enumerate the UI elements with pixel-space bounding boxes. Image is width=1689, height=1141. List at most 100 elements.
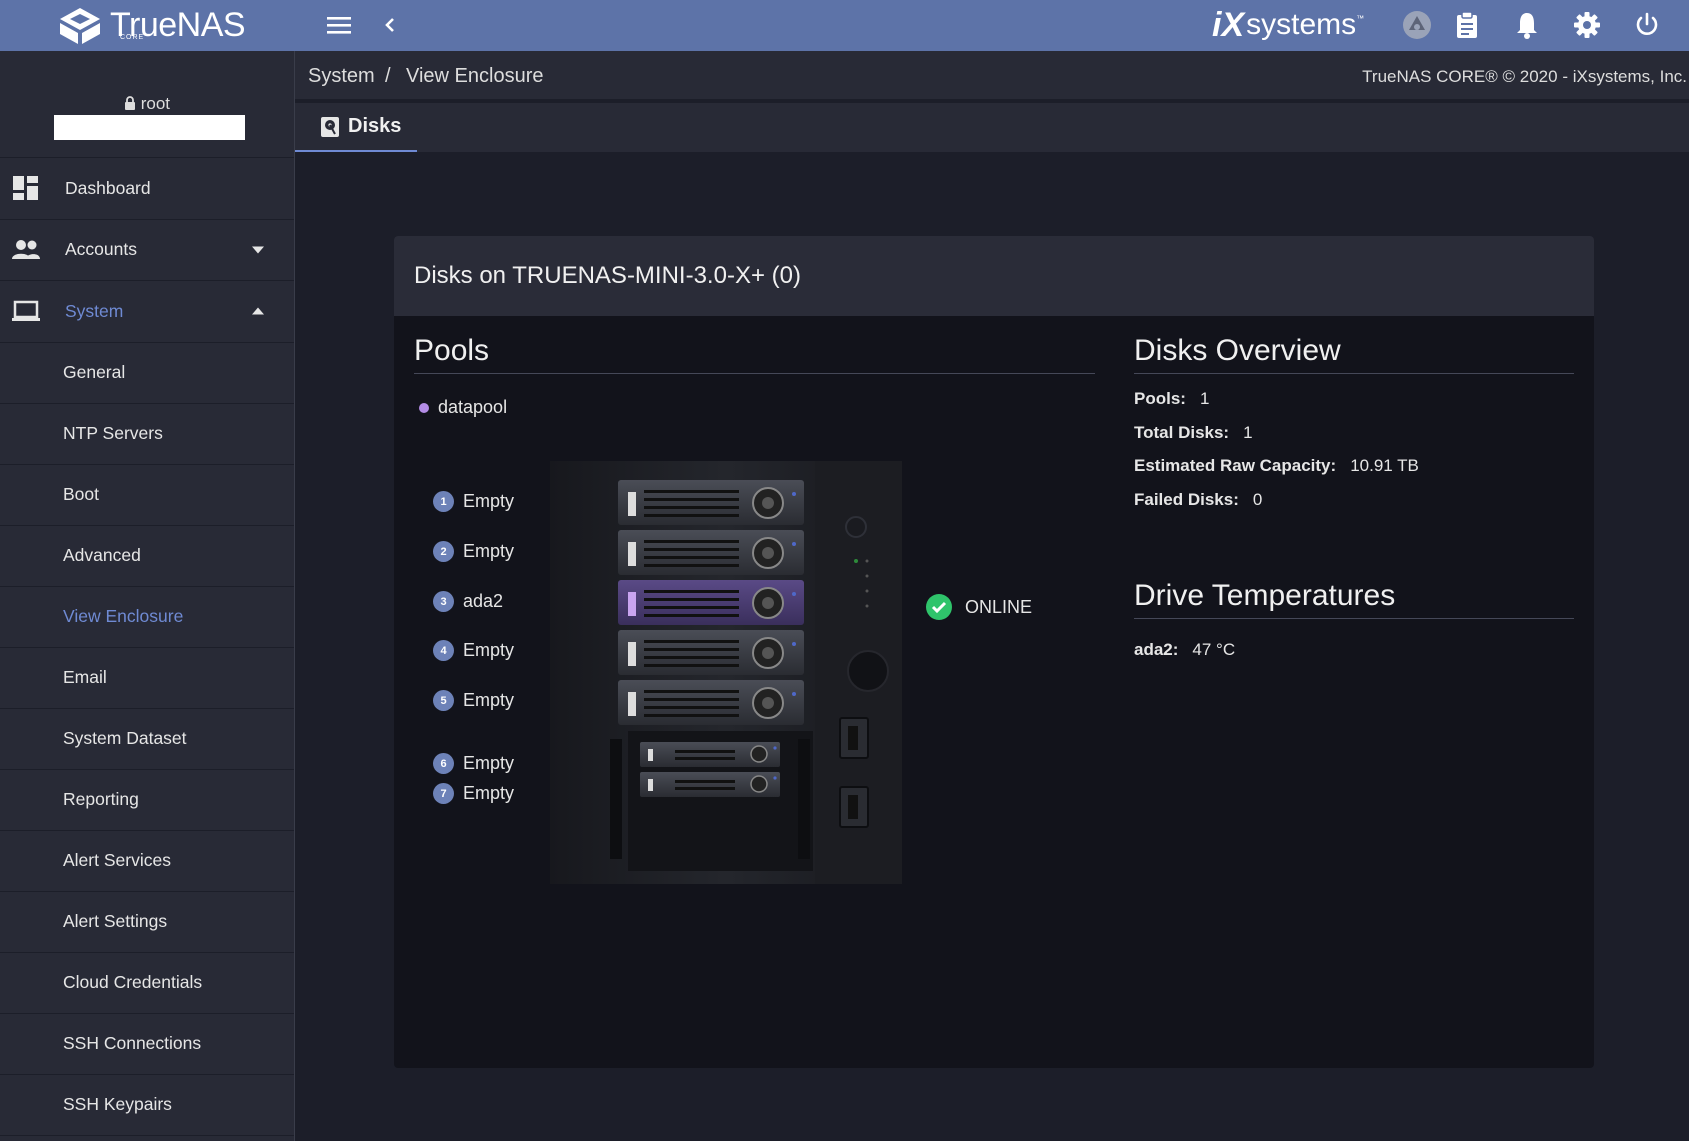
ix-logo-text: systems xyxy=(1246,8,1357,41)
slot-number: 2 xyxy=(433,541,454,562)
overview-total-disks: Total Disks: 1 xyxy=(1134,423,1253,443)
enclosure-chassis-image[interactable] xyxy=(540,461,902,884)
ix-logo-mark: iX xyxy=(1212,5,1245,44)
tab-disks[interactable]: Disks xyxy=(295,103,417,152)
slot-number: 4 xyxy=(433,640,454,661)
breadcrumb-separator: / xyxy=(385,65,391,87)
chevron-left-icon[interactable] xyxy=(375,10,405,40)
enclosure-status: ONLINE xyxy=(926,594,1032,620)
copyright-text: TrueNAS CORE® © 2020 - iXsystems, Inc. xyxy=(1362,67,1687,86)
slot-number: 3 xyxy=(433,591,454,612)
tab-label: Disks xyxy=(348,115,402,137)
temperature-value: 47 °C xyxy=(1192,640,1236,659)
sidebar-subitem-ntp-servers[interactable]: NTP Servers xyxy=(0,404,294,465)
slot-7[interactable]: 7 Empty xyxy=(433,783,514,804)
temperature-label: ada2: xyxy=(1134,640,1179,659)
overview-label: Pools: xyxy=(1134,389,1186,408)
slot-5[interactable]: 5 Empty xyxy=(433,690,514,711)
slot-6[interactable]: 6 Empty xyxy=(433,753,514,774)
top-bar: TrueNAS CORE iX systems ™ xyxy=(0,0,1689,51)
bell-icon[interactable] xyxy=(1512,10,1542,40)
overview-pools: Pools: 1 xyxy=(1134,389,1209,409)
overview-label: Total Disks: xyxy=(1134,423,1230,442)
slot-4[interactable]: 4 Empty xyxy=(433,640,514,661)
sidebar-subitem-ssh-connections[interactable]: SSH Connections xyxy=(0,1014,294,1075)
sidebar: root Dashboard Accounts System General N… xyxy=(0,51,295,1141)
menu-icon[interactable] xyxy=(325,10,355,40)
slot-label: Empty xyxy=(463,640,515,660)
slot-label: Empty xyxy=(463,753,515,773)
overview-value: 1 xyxy=(1243,423,1253,442)
user-name: root xyxy=(0,94,294,114)
truecommand-icon[interactable] xyxy=(1402,10,1432,40)
disks-overview-title: Disks Overview xyxy=(1134,334,1341,367)
pools-divider xyxy=(414,373,1095,374)
slot-label: Empty xyxy=(463,690,515,710)
sidebar-subitem-alert-services[interactable]: Alert Services xyxy=(0,831,294,892)
sidebar-subitem-advanced[interactable]: Advanced xyxy=(0,526,294,587)
temps-divider xyxy=(1134,618,1574,619)
overview-label: Estimated Raw Capacity: xyxy=(1134,456,1337,475)
slot-3[interactable]: 3 ada2 xyxy=(433,591,503,612)
slot-1[interactable]: 1 Empty xyxy=(433,491,514,512)
sidebar-subitem-reporting[interactable]: Reporting xyxy=(0,770,294,831)
sidebar-item-system[interactable]: System xyxy=(0,281,294,343)
overview-value: 0 xyxy=(1252,490,1263,509)
slot-label: Empty xyxy=(463,541,515,561)
slot-number: 1 xyxy=(433,491,454,512)
pools-title: Pools xyxy=(414,334,490,367)
dashboard-icon xyxy=(13,176,38,201)
sidebar-item-label: System xyxy=(65,300,124,321)
sidebar-subitem-view-enclosure[interactable]: View Enclosure xyxy=(0,587,294,648)
sidebar-item-accounts[interactable]: Accounts xyxy=(0,220,294,282)
sidebar-item-label: Dashboard xyxy=(65,177,151,198)
overview-raw-capacity: Estimated Raw Capacity: 10.91 TB xyxy=(1134,456,1419,476)
temperature-ada2: ada2: 47 °C xyxy=(1134,640,1235,660)
overview-failed-disks: Failed Disks: 0 xyxy=(1134,490,1262,510)
breadcrumb-view-enclosure: View Enclosure xyxy=(406,65,544,87)
slot-number: 6 xyxy=(433,753,454,774)
clipboard-icon[interactable] xyxy=(1452,10,1482,40)
sidebar-item-label: Accounts xyxy=(65,239,137,260)
sidebar-subitem-alert-settings[interactable]: Alert Settings xyxy=(0,892,294,953)
tab-bar: Disks xyxy=(295,103,1689,152)
slot-label: Empty xyxy=(463,491,515,511)
overview-value: 1 xyxy=(1199,389,1210,408)
ix-logo-tm: ™ xyxy=(1356,14,1365,23)
check-circle-icon xyxy=(926,594,952,620)
sidebar-subitem-boot[interactable]: Boot xyxy=(0,465,294,526)
sidebar-item-dashboard[interactable]: Dashboard xyxy=(0,158,294,220)
logo-subtitle: CORE xyxy=(120,34,145,41)
power-icon[interactable] xyxy=(1632,10,1662,40)
pool-color-dot xyxy=(419,402,429,413)
people-icon xyxy=(12,239,40,259)
sidebar-subitem-ssh-keypairs[interactable]: SSH Keypairs xyxy=(0,1075,294,1136)
overview-label: Failed Disks: xyxy=(1134,490,1239,509)
pool-item-datapool[interactable]: datapool xyxy=(419,397,507,418)
card-title: Disks on TRUENAS-MINI-3.0-X+ (0) xyxy=(394,236,1594,316)
user-name-label: root xyxy=(140,94,171,113)
user-block: root xyxy=(0,51,294,158)
gear-icon[interactable] xyxy=(1572,10,1602,40)
ixsystems-logo: iX systems ™ xyxy=(1212,4,1364,46)
lock-icon xyxy=(124,96,135,110)
slot-label: Empty xyxy=(463,783,515,803)
slot-label: ada2 xyxy=(463,591,504,611)
chevron-down-icon xyxy=(252,246,264,254)
overview-value: 10.91 TB xyxy=(1350,456,1419,475)
breadcrumb-system[interactable]: System xyxy=(308,65,375,88)
slot-2[interactable]: 2 Empty xyxy=(433,541,514,562)
hostname-box xyxy=(54,115,245,140)
sidebar-subitem-cloud-credentials[interactable]: Cloud Credentials xyxy=(0,953,294,1014)
slot-number: 7 xyxy=(433,783,454,804)
sidebar-subitem-email[interactable]: Email xyxy=(0,648,294,709)
sidebar-subitem-system-dataset[interactable]: System Dataset xyxy=(0,709,294,770)
truenas-logo-icon xyxy=(60,7,100,44)
hard-disk-icon xyxy=(321,116,339,137)
breadcrumb: System / View Enclosure TrueNAS CORE® © … xyxy=(295,51,1689,101)
overview-divider xyxy=(1134,373,1574,374)
sidebar-subitem-general[interactable]: General xyxy=(0,343,294,404)
truenas-logo[interactable]: TrueNAS CORE xyxy=(0,0,295,51)
chevron-up-icon xyxy=(252,307,264,315)
drive-temperatures-title: Drive Temperatures xyxy=(1134,579,1396,612)
